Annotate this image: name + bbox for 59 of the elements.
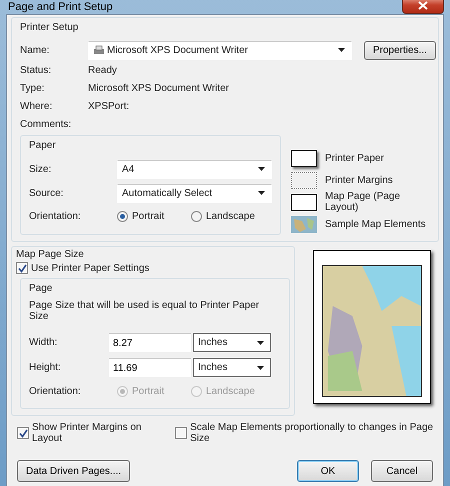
radio-label: Portrait xyxy=(132,386,164,396)
group-title: Printer Setup xyxy=(20,22,80,33)
group-title: Page xyxy=(29,283,54,294)
field-label: Width: xyxy=(29,337,58,348)
caret-icon xyxy=(257,366,264,370)
caret-icon xyxy=(258,191,265,195)
rectangle-icon xyxy=(291,150,317,166)
field-label: Orientation: xyxy=(29,210,82,222)
properties-button[interactable]: Properties... xyxy=(364,40,436,60)
field-label: Orientation: xyxy=(29,386,82,396)
legend-label: Sample Map Elements xyxy=(325,218,426,230)
field-value: Ready xyxy=(88,64,117,76)
field-label: Height: xyxy=(29,362,62,373)
close-icon xyxy=(418,0,428,10)
printer-dropdown[interactable]: Microsoft XPS Document Writer xyxy=(88,40,352,60)
window-title: Page and Print Setup xyxy=(8,1,113,13)
dialog-button[interactable]: Data Driven Pages.... xyxy=(17,460,130,482)
field-label: Status: xyxy=(20,64,52,76)
group-title: Paper xyxy=(29,140,57,151)
map-thumbnail-icon xyxy=(291,216,317,232)
caret-icon xyxy=(257,340,264,344)
radio-button[interactable] xyxy=(117,210,128,222)
input-field[interactable]: 11.69 xyxy=(109,358,191,377)
checkbox[interactable] xyxy=(175,427,188,439)
field-label: Type: xyxy=(20,82,46,94)
dropdown[interactable]: Automatically Select xyxy=(117,184,272,202)
input-field[interactable]: 8.27 xyxy=(109,333,191,352)
close-button[interactable] xyxy=(402,0,444,14)
field-value: Microsoft XPS Document Writer xyxy=(88,82,229,94)
field-label: Where: xyxy=(20,100,54,112)
rectangle-icon xyxy=(291,194,317,210)
checkbox-label: Use Printer Paper Settings xyxy=(31,262,150,274)
info-text: Page Size that will be used is equal to Printer Paper Size xyxy=(29,300,260,322)
group-title: Map Page Size xyxy=(16,249,85,260)
field-label: Comments: xyxy=(20,118,72,130)
legend-label: Printer Margins xyxy=(325,174,393,186)
dotted-rectangle-icon xyxy=(291,172,317,188)
printer-icon xyxy=(93,44,105,56)
dialog-button[interactable]: Cancel xyxy=(371,460,433,482)
radio-button[interactable] xyxy=(191,210,202,222)
radio-label: Portrait xyxy=(132,210,164,222)
checkbox-label: Show Printer Margins on Layout xyxy=(32,422,142,444)
field-label: Name: xyxy=(20,44,50,56)
checkbox[interactable] xyxy=(17,427,29,439)
dialog-button[interactable]: OK xyxy=(297,460,359,482)
caret-icon xyxy=(338,48,345,52)
field-label: Size: xyxy=(29,164,52,174)
legend-label: Map Page (Page Layout) xyxy=(325,191,402,213)
unit-dropdown[interactable]: Inches xyxy=(193,358,271,377)
legend-label: Printer Paper xyxy=(325,152,384,164)
checkbox-label: Scale Map Elements proportionally to changes in Page Size xyxy=(190,422,434,444)
field-label: Source: xyxy=(29,188,64,198)
unit-dropdown[interactable]: Inches xyxy=(193,333,271,352)
radio-label: Landscape xyxy=(206,210,255,222)
radio-label: Landscape xyxy=(206,386,255,396)
caret-icon xyxy=(258,167,265,171)
field-value: XPSPort: xyxy=(88,100,130,112)
dropdown[interactable]: A4 xyxy=(117,160,272,178)
checkbox[interactable] xyxy=(16,262,28,274)
